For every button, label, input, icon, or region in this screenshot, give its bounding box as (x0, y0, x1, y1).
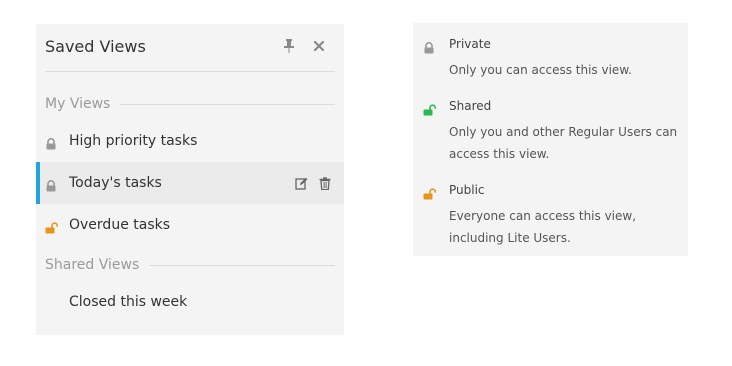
lock-closed-icon (45, 135, 57, 150)
delete-icon[interactable] (318, 176, 332, 190)
view-item-label: Today's tasks (69, 175, 162, 191)
panel-header: Saved Views (45, 24, 335, 72)
shared-views-section: Shared Views (45, 255, 335, 275)
section-divider (149, 264, 335, 266)
legend-title: Shared (449, 99, 492, 113)
visibility-legend: Private Only you can access this view. S… (413, 23, 688, 256)
view-item-overdue[interactable]: Overdue tasks (36, 204, 344, 246)
edit-icon[interactable] (294, 176, 308, 190)
view-item-todays-tasks[interactable]: Today's tasks (36, 162, 344, 204)
shared-views-label: Shared Views (45, 257, 140, 273)
active-indicator (36, 162, 40, 204)
view-item-label: High priority tasks (69, 133, 198, 149)
legend-description: Only you and other Regular Users can acc… (449, 125, 678, 161)
lock-open-icon (45, 219, 58, 234)
my-views-label: My Views (45, 96, 111, 112)
view-item-label: Overdue tasks (69, 217, 171, 233)
legend-title: Public (449, 183, 485, 197)
saved-views-panel: Saved Views My Views High priority tasks… (36, 24, 344, 335)
view-item-closed-this-week[interactable]: Closed this week (36, 281, 344, 323)
panel-title: Saved Views (45, 37, 146, 56)
my-views-section: My Views (45, 94, 335, 114)
view-item-label: Closed this week (69, 294, 188, 310)
legend-description: Only you can access this view. (449, 63, 632, 77)
lock-closed-icon (45, 177, 57, 192)
lock-open-icon (423, 185, 436, 200)
lock-closed-icon (423, 39, 435, 54)
pin-icon[interactable] (281, 38, 297, 54)
legend-title: Private (449, 37, 491, 51)
close-icon[interactable] (311, 38, 327, 54)
legend-description: Everyone can access this view, including… (449, 209, 637, 245)
row-actions (294, 176, 332, 190)
view-item-high-priority[interactable]: High priority tasks (36, 120, 344, 162)
section-divider (120, 103, 335, 105)
lock-open-icon (423, 101, 436, 116)
